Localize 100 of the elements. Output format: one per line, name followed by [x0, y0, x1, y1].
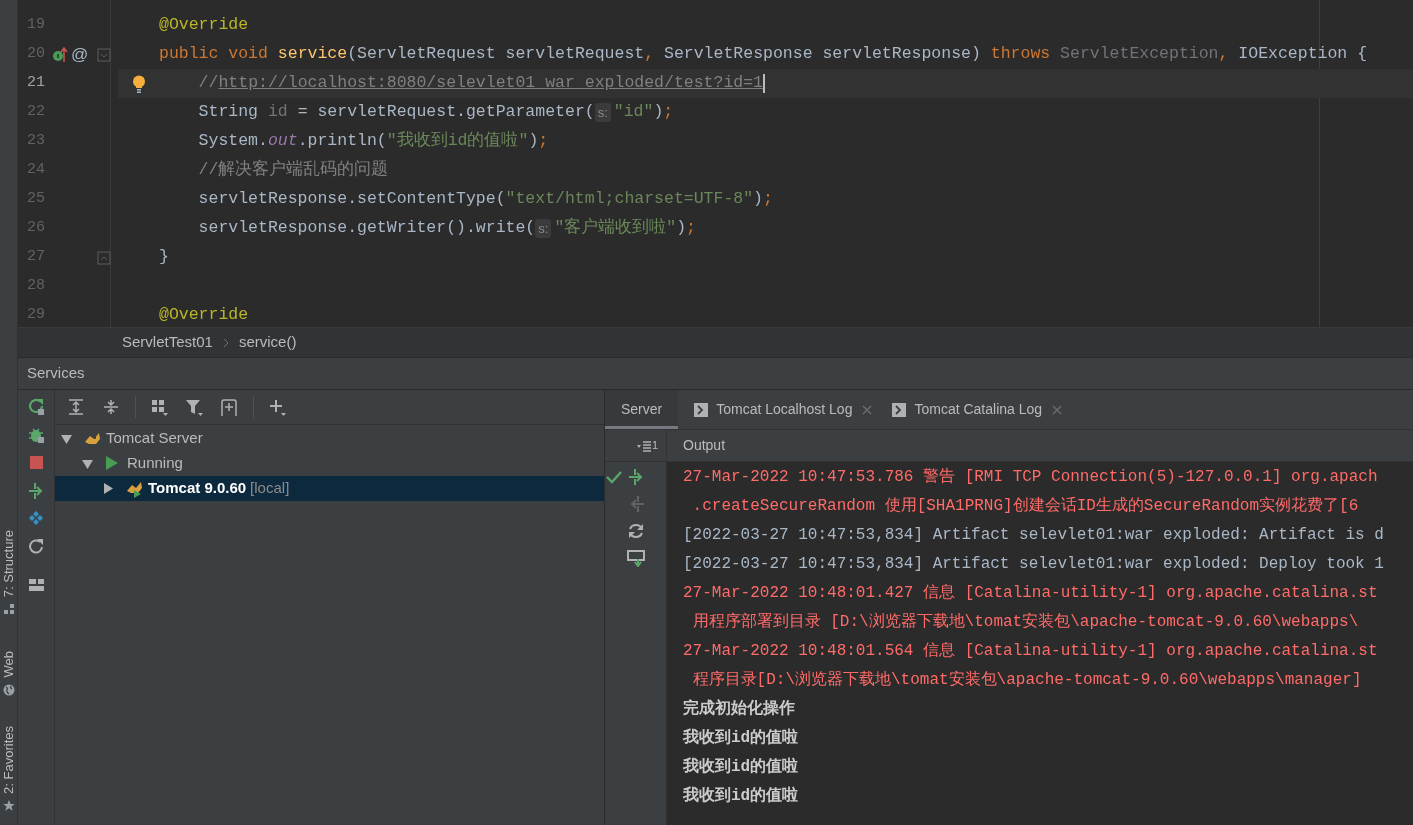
string-literal: "id" [613, 101, 654, 124]
line-number: 26 [26, 218, 46, 239]
keyword-text: throws [990, 43, 1052, 66]
tab[interactable]: Server [605, 390, 679, 429]
link[interactable]: http://localhost:8080/selevlet01_war_exploded/test?id=1 [218, 71, 763, 96]
code-text: IOException { [1238, 43, 1368, 66]
collapse-all-icon[interactable] [102, 397, 121, 417]
code-text: ) [676, 217, 687, 240]
code-text: .println( [297, 130, 387, 153]
line-number: 22 [26, 102, 46, 123]
string-literal: "text/html;charset=UTF-8" [505, 188, 754, 211]
implements-marker-icon[interactable] [52, 46, 68, 63]
line-number: 19 [26, 15, 46, 36]
log-line: 27-Mar-2022 10:48:01.427 信息 [Catalina-utility-1] org.apache.catalina.st [683, 583, 1379, 604]
log-line: 程序目录[D:\浏览器下载地\tomat安装包\apache-tomcat-9.0.60\webapps\manager] [691, 669, 1363, 691]
console-icon [892, 402, 907, 417]
keyword-text: , [644, 43, 656, 66]
code-text: String [197, 101, 260, 124]
tree-item[interactable]: Running [55, 451, 604, 476]
refresh-icon[interactable] [626, 522, 645, 540]
comment-text: //解决客户端乱码的问题 [197, 158, 389, 182]
log-line: .createSecureRandom 使用[SHA1PRNG]创建会话ID生成的SecureRandom实例花费了[6 [691, 495, 1360, 517]
check-icon [605, 470, 622, 484]
star-icon [2, 799, 15, 812]
log-line: 27-Mar-2022 10:48:01.564 信息 [Catalina-utility-1] org.apache.catalina.st [683, 641, 1379, 662]
tab[interactable]: Tomcat Catalina Log [876, 390, 1059, 429]
tree-item[interactable]: Tomcat 9.0.60 [local] [55, 476, 604, 501]
console-output-line: 我收到id的值啦 [683, 756, 800, 778]
expanded-arrow-icon[interactable] [61, 433, 72, 444]
string-literal: "我收到id的值啦" [386, 130, 529, 153]
log-line: [2022-03-27 10:47:53,834] Artifact selevlet01:war exploded: Artifact is d [683, 525, 1385, 546]
line-number: 24 [26, 160, 46, 181]
log-line: [2022-03-27 10:47:53,834] Artifact selevlet01:war exploded: Deploy took 1 [683, 554, 1385, 575]
expand-all-icon[interactable] [67, 397, 86, 417]
tree-item[interactable]: Tomcat Server [55, 426, 604, 451]
text-cursor [763, 74, 765, 93]
line-number: 27 [26, 247, 46, 268]
breadcrumb-item[interactable]: ServletTest01 [122, 331, 213, 354]
keyword-text: public void [159, 43, 269, 66]
lightbulb-icon[interactable] [131, 74, 146, 93]
log-line: 用程序部署到目录 [D:\浏览器下载地\tomat安装包\apache-tomcat-9.0.60\webapps\ [691, 611, 1360, 633]
parameter-hint: s: [594, 102, 611, 123]
console-output-line: 我收到id的值啦 [683, 785, 800, 807]
keyword-text: ; [663, 101, 674, 124]
annotation-text: @Override [159, 14, 249, 37]
code-text: (ServletRequest servletRequest [347, 43, 645, 66]
code-text: } [159, 246, 169, 269]
fold-marker-icon[interactable] [97, 250, 111, 265]
add-icon[interactable] [268, 397, 287, 417]
code-text: System. [197, 130, 268, 153]
annotation-marker[interactable]: @ [71, 41, 89, 68]
refresh-icon[interactable] [27, 538, 45, 556]
keyword-text: ; [538, 130, 549, 153]
code-text: servletResponse.getWriter().write( [197, 217, 536, 240]
add-group-icon[interactable] [220, 397, 239, 417]
group-icon[interactable] [150, 397, 169, 417]
string-literal: "客户端收到啦" [554, 216, 677, 240]
comment-text: // [197, 72, 219, 95]
code-text: = servletRequest.getParameter( [296, 101, 595, 124]
tool-window-label[interactable]: 2: Favorites [2, 725, 15, 794]
output-title: Output [683, 436, 726, 455]
deploy-icon[interactable] [27, 482, 45, 500]
debug-icon[interactable] [27, 426, 45, 444]
log-line: 27-Mar-2022 10:47:53.786 警告 [RMI TCP Connection(5)-127.0.0.1] org.apach [683, 466, 1379, 488]
tool-window-label[interactable]: Web [2, 651, 15, 678]
count-label: 1 [651, 438, 658, 454]
parameter-hint: s: [535, 218, 552, 239]
code-text: servletResponse.setContentType( [197, 188, 506, 211]
line-number: 20 [26, 44, 46, 65]
console-icon [694, 402, 709, 417]
list-options-icon[interactable] [636, 439, 651, 452]
method-name: service [277, 43, 348, 66]
console-output-line: 完成初始化操作 [683, 698, 796, 720]
line-number: 28 [26, 276, 46, 297]
layout-icon[interactable] [27, 576, 45, 594]
chevron-icon [222, 337, 229, 348]
tool-window-label[interactable]: 7: Structure [2, 530, 15, 598]
fold-marker-icon[interactable] [97, 47, 111, 62]
filter-icon[interactable] [185, 397, 204, 417]
annotation-text: @Override [159, 304, 249, 327]
code-text: ) [653, 101, 664, 124]
update-icon[interactable] [626, 549, 645, 567]
field-name: out [267, 130, 298, 153]
code-text: ServletException [1060, 43, 1219, 66]
panel-title: Services [27, 363, 85, 384]
rerun-icon[interactable] [27, 398, 45, 416]
breadcrumb-item[interactable]: service() [238, 331, 297, 354]
line-number: 29 [26, 305, 46, 326]
collapsed-arrow-icon[interactable] [103, 483, 113, 494]
line-number: 23 [26, 131, 46, 152]
keyword-text: ; [686, 217, 696, 240]
diamond-icon[interactable] [27, 510, 45, 528]
line-number: 25 [26, 189, 46, 210]
expanded-arrow-icon[interactable] [82, 458, 93, 469]
code-text: ServletResponse servletResponse) [664, 43, 982, 66]
console-output-line: 我收到id的值啦 [683, 727, 800, 749]
line-number: 21 [26, 73, 46, 94]
stop-icon[interactable] [27, 454, 45, 472]
code-text: ) [528, 130, 539, 153]
tab[interactable]: Tomcat Localhost Log [678, 390, 869, 429]
